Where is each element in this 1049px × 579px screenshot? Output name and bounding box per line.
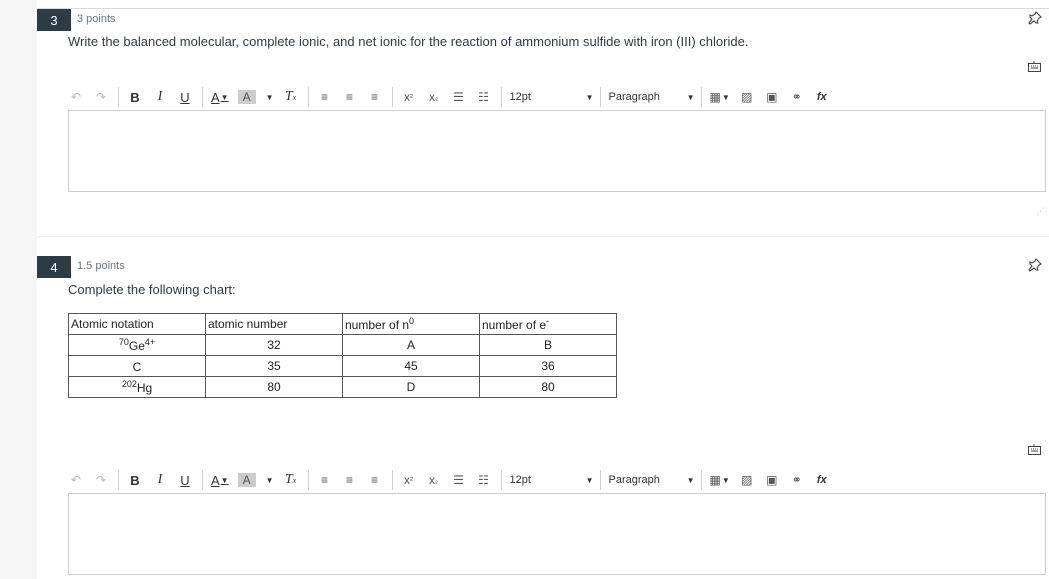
align-right-icon[interactable]: ≡ <box>367 469 383 491</box>
image-icon[interactable]: ▨ <box>739 469 755 491</box>
atomic-notation-cell: 70Ge4+ <box>68 334 206 356</box>
table-header-row: Atomic notation atomic number number of … <box>68 313 617 335</box>
rich-text-toolbar: ↶ ↷ B I U A ▼ A ▼ Tx ≡ ≡ ≡ x² x₂ ☰ ☷ 12pt ▼… <box>68 468 868 492</box>
electrons-cell: 80 <box>479 376 617 398</box>
question-number: 3 <box>37 9 71 31</box>
media-icon[interactable]: ▣ <box>764 86 780 108</box>
numbered-list-icon[interactable]: ☷ <box>476 86 492 108</box>
text-color-button[interactable]: A ▼ <box>211 469 229 491</box>
clear-formatting-button[interactable]: Tx <box>283 86 299 108</box>
question-divider <box>37 236 1049 237</box>
neutrons-cell: D <box>342 376 480 398</box>
pin-icon[interactable] <box>1028 258 1042 272</box>
table-row: C 35 45 36 <box>68 355 617 377</box>
electrons-cell: B <box>479 334 617 356</box>
align-center-icon[interactable]: ≡ <box>342 469 358 491</box>
bullet-list-icon[interactable]: ☰ <box>451 86 467 108</box>
subscript-button[interactable]: x₂ <box>426 469 442 491</box>
link-icon[interactable]: ⚭ <box>789 469 805 491</box>
undo-icon[interactable]: ↶ <box>68 86 84 108</box>
numbered-list-icon[interactable]: ☷ <box>476 469 492 491</box>
align-right-icon[interactable]: ≡ <box>367 86 383 108</box>
answer-editor[interactable] <box>68 110 1046 192</box>
underline-button[interactable]: U <box>177 469 193 491</box>
redo-icon[interactable]: ↷ <box>93 86 109 108</box>
atomic-number-cell: 35 <box>205 355 343 377</box>
question-points: 1.5 points <box>77 260 125 272</box>
atomic-number-cell: 32 <box>205 334 343 356</box>
question-prompt: Write the balanced molecular, complete i… <box>68 34 749 49</box>
align-left-icon[interactable]: ≡ <box>317 469 333 491</box>
text-color-button[interactable]: A ▼ <box>211 86 229 108</box>
neutrons-cell: 45 <box>342 355 480 377</box>
block-format-select[interactable]: Paragraph ▼ <box>609 469 695 491</box>
font-size-select[interactable]: 12pt ▼ <box>510 469 594 491</box>
table-header: Atomic notation <box>68 313 206 335</box>
align-center-icon[interactable]: ≡ <box>342 86 358 108</box>
bold-button[interactable]: B <box>127 469 143 491</box>
atomic-number-cell: 80 <box>205 376 343 398</box>
question-points: 3 points <box>77 13 116 25</box>
superscript-button[interactable]: x² <box>401 86 417 108</box>
pin-icon[interactable] <box>1028 11 1042 25</box>
neutrons-cell: A <box>342 334 480 356</box>
redo-icon[interactable]: ↷ <box>93 469 109 491</box>
bold-button[interactable]: B <box>127 86 143 108</box>
question-prompt: Complete the following chart: <box>68 282 236 297</box>
table-header: atomic number <box>205 313 343 335</box>
media-icon[interactable]: ▣ <box>764 469 780 491</box>
link-icon[interactable]: ⚭ <box>789 86 805 108</box>
resize-handle[interactable]: ⋰ <box>1036 206 1045 217</box>
align-left-icon[interactable]: ≡ <box>317 86 333 108</box>
table-header: number of n0 <box>342 313 480 335</box>
question-number: 4 <box>37 256 71 278</box>
left-gutter <box>0 0 37 579</box>
bullet-list-icon[interactable]: ☰ <box>451 469 467 491</box>
atomic-chart-table: Atomic notation atomic number number of … <box>68 313 617 398</box>
keyboard-icon[interactable] <box>1028 61 1041 72</box>
rich-text-toolbar: ↶ ↷ B I U A ▼ A ▼ Tx ≡ ≡ ≡ x² x₂ ☰ ☷ 12pt ▼… <box>68 85 868 109</box>
block-format-select[interactable]: Paragraph ▼ <box>609 86 695 108</box>
atomic-notation-cell: C <box>68 355 206 377</box>
keyboard-icon[interactable] <box>1028 444 1041 455</box>
font-size-select[interactable]: 12pt ▼ <box>510 86 594 108</box>
subscript-button[interactable]: x₂ <box>426 86 442 108</box>
background-color-button[interactable]: A <box>237 90 256 104</box>
table-icon[interactable]: ▦ ▼ <box>710 86 730 108</box>
atomic-notation-cell: 202Hg <box>68 376 206 398</box>
equation-icon[interactable]: fx <box>814 86 830 108</box>
underline-button[interactable]: U <box>177 86 193 108</box>
table-row: 70Ge4+ 32 A B <box>68 334 617 356</box>
superscript-button[interactable]: x² <box>401 469 417 491</box>
clear-formatting-button[interactable]: Tx <box>283 469 299 491</box>
image-icon[interactable]: ▨ <box>739 86 755 108</box>
table-icon[interactable]: ▦ ▼ <box>710 469 730 491</box>
background-color-button[interactable]: A <box>237 473 256 487</box>
italic-button[interactable]: I <box>152 469 168 491</box>
undo-icon[interactable]: ↶ <box>68 469 84 491</box>
table-header: number of e- <box>479 313 617 335</box>
top-divider <box>37 8 1049 9</box>
electrons-cell: 36 <box>479 355 617 377</box>
equation-icon[interactable]: fx <box>814 469 830 491</box>
table-row: 202Hg 80 D 80 <box>68 376 617 398</box>
italic-button[interactable]: I <box>152 86 168 108</box>
answer-editor[interactable] <box>68 493 1046 575</box>
